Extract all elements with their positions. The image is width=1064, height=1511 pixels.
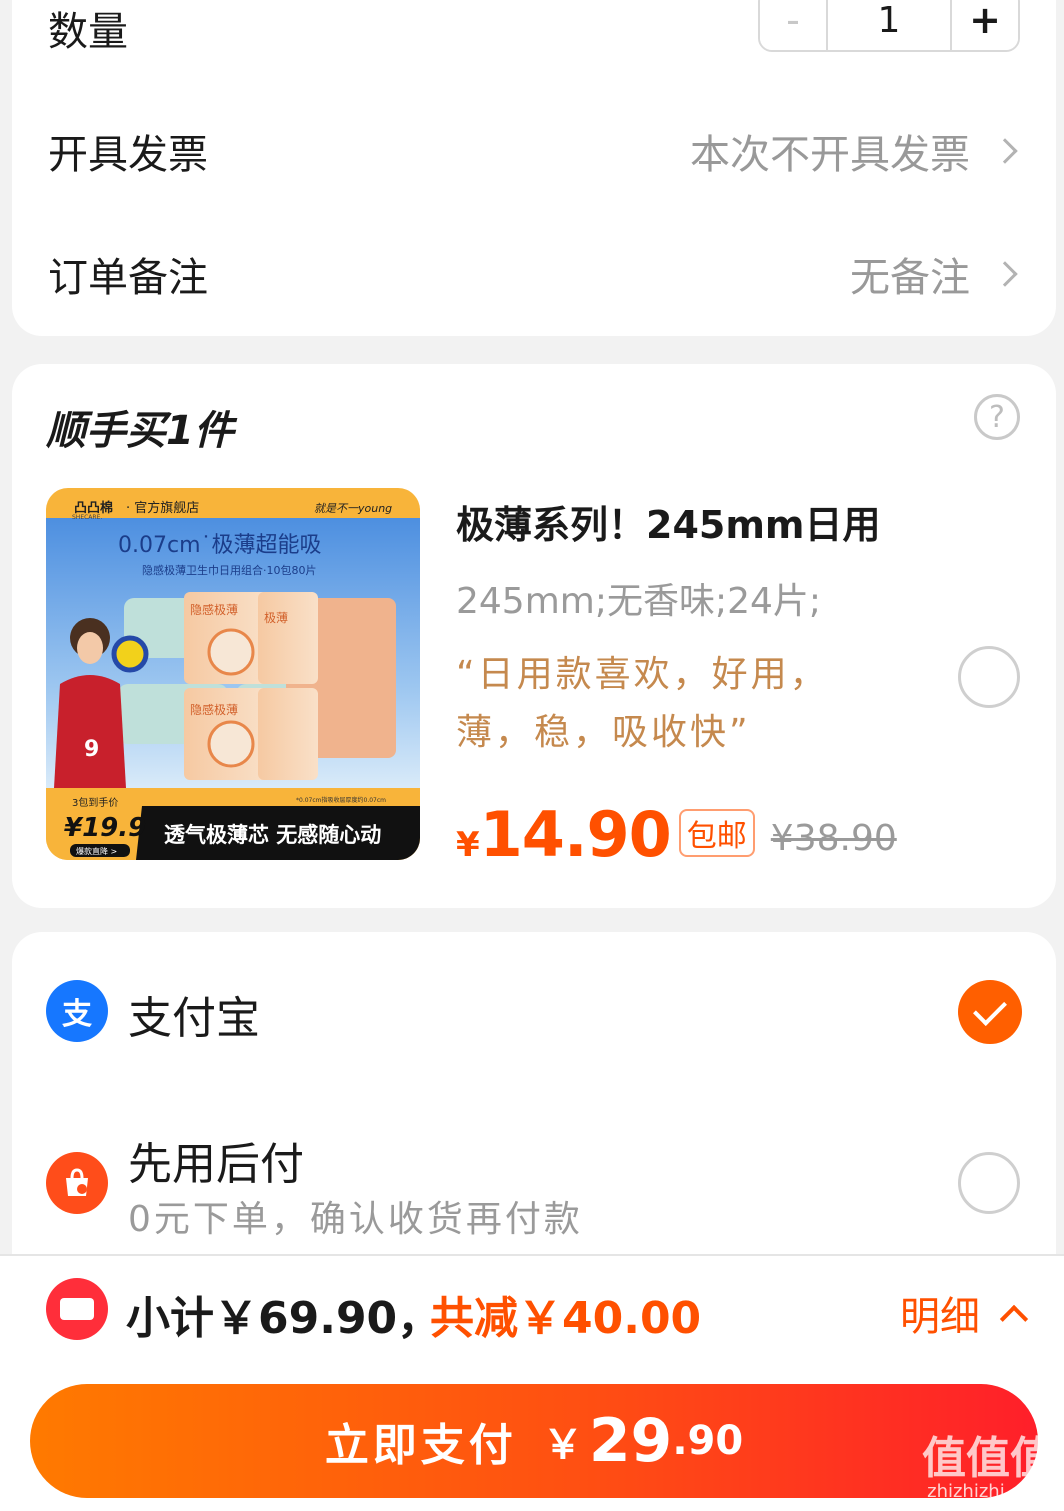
remark-row[interactable]: 订单备注 无备注	[48, 234, 1020, 314]
slogan-text: 就是不一young	[314, 502, 392, 515]
quantity-stepper[interactable]: - 1 +	[758, 0, 1020, 52]
invoice-label: 开具发票	[48, 132, 208, 178]
addon-card: 顺手买1件 ? 凸凸棉 · 官方旗舰店 SHECARE. 就是不一young 0…	[12, 364, 1056, 908]
quantity-label: 数量	[48, 9, 128, 55]
pay-now-amount-int: 29	[588, 1406, 673, 1476]
pay-now-label: 立即支付	[324, 1420, 517, 1471]
coupon-icon	[46, 1278, 108, 1340]
remark-label: 订单备注	[48, 255, 208, 301]
quantity-plus-button[interactable]: +	[952, 0, 1018, 50]
invoice-value-text: 本次不开具发票	[690, 132, 970, 178]
jersey-number: 9	[84, 737, 99, 762]
discount-text: 共减￥40.00	[430, 1293, 702, 1344]
remark-value-text: 无备注	[850, 255, 970, 301]
order-options-card: 数量 - 1 + 开具发票 本次不开具发票 订单备注 无备注	[12, 0, 1056, 336]
price-value: 14.90	[479, 798, 672, 871]
headline-text: 0.07cm˙极薄超能吸	[118, 533, 322, 558]
pack-text-bottom: 隐感极薄	[190, 702, 238, 717]
footnote-text: *0.07cm指吸收层厚度约0.07cm	[296, 796, 386, 804]
pay-later-label: 先用后付	[128, 1139, 304, 1190]
watermark-domain: zhizhizhi.com	[927, 1481, 1049, 1502]
quantity-value[interactable]: 1	[826, 0, 952, 50]
brand-en-text: SHECARE.	[72, 514, 102, 521]
watermark-text: 值值值	[922, 1433, 1054, 1484]
pay-now-currency: ￥	[542, 1422, 583, 1468]
product-spec: 245mm;无香味;24片;	[456, 581, 822, 622]
remark-value[interactable]: 无备注	[850, 245, 1020, 303]
banner-text: 透气极薄芯 无感随心动	[164, 823, 381, 847]
product-name[interactable]: 极薄系列！245mm日用	[456, 494, 881, 549]
detail-toggle[interactable]: 明细	[900, 1284, 1029, 1342]
pay-now-amount-dec: .90	[672, 1418, 744, 1464]
pay-later-radio[interactable]	[958, 1152, 1020, 1214]
alipay-label: 支付宝	[128, 993, 260, 1044]
chevron-right-icon	[992, 138, 1018, 164]
pack-text-side: 极薄	[264, 610, 288, 625]
store-text: · 官方旗舰店	[126, 500, 199, 516]
pay-now-button[interactable]: 立即支付 ￥ 29 .90	[30, 1384, 1038, 1498]
price-row: ¥ 14.90 包邮 ¥38.90	[456, 798, 897, 871]
alipay-icon: 支	[46, 980, 108, 1042]
promo-price-text: ¥19.9	[64, 813, 146, 843]
product-image[interactable]: 凸凸棉 · 官方旗舰店 SHECARE. 就是不一young 0.07cm˙极薄…	[46, 488, 420, 860]
help-icon[interactable]: ?	[974, 394, 1020, 440]
quantity-minus-button[interactable]: -	[760, 0, 826, 50]
watermark: 值值值 zhizhizhi.com	[922, 1437, 1054, 1501]
product-review: “日用款喜欢，好用，薄，稳，吸收快”	[456, 654, 829, 753]
addon-title: 顺手买1件	[46, 408, 234, 454]
invoice-value[interactable]: 本次不开具发票	[690, 122, 1020, 180]
addon-select-radio[interactable]	[958, 646, 1020, 708]
chevron-right-icon	[992, 261, 1018, 287]
alipay-selected-check-icon[interactable]	[958, 980, 1022, 1044]
subline-text: 隐感极薄卫生巾日用组合·10包80片	[142, 563, 317, 577]
chevron-up-icon	[999, 1304, 1029, 1334]
price-currency: ¥	[456, 825, 480, 865]
promo-top-text: 3包到手价	[72, 796, 118, 809]
shopping-bag-icon	[46, 1152, 108, 1214]
subtotal-text: 小计￥69.90，	[126, 1293, 442, 1344]
invoice-row[interactable]: 开具发票 本次不开具发票	[48, 111, 1020, 191]
promo-tag-text: 爆款直降 >	[76, 846, 117, 856]
free-shipping-badge: 包邮	[678, 809, 755, 857]
original-price: ¥38.90	[770, 818, 897, 859]
checkout-bar: 小计￥69.90， 共减￥40.00 明细 立即支付 ￥ 29 .90 值值值 …	[0, 1254, 1064, 1511]
pay-later-subtitle: 0元下单，确认收货再付款	[128, 1199, 583, 1240]
detail-label: 明细	[900, 1294, 980, 1340]
pack-text-top: 隐感极薄	[190, 602, 238, 617]
quantity-row: 数量 - 1 +	[48, 0, 1020, 68]
